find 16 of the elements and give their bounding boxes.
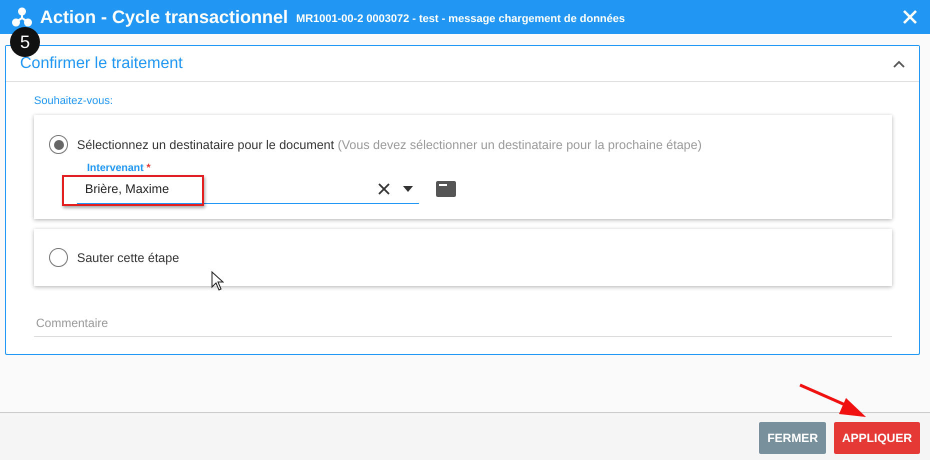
network-icon [12, 7, 32, 27]
radio-button[interactable] [49, 135, 68, 154]
caret-icon[interactable] [401, 184, 415, 194]
arrow-drawing [798, 382, 868, 420]
field-label: Intervenant * [87, 162, 152, 174]
chevron-icon [893, 60, 905, 68]
option-label: Sauter cette étape [77, 250, 180, 264]
window-subtitle: MR1001-00-2 0003072 - test - message chargement de données [296, 12, 625, 24]
input-field[interactable]: Brière, Maxime [77, 182, 375, 196]
close-dialog-button[interactable]: FERMER [759, 422, 826, 454]
radio-button[interactable] [49, 248, 68, 267]
apply-button[interactable]: APPLIQUER [834, 422, 920, 454]
card-icon[interactable] [433, 178, 459, 200]
question-label: Souhaitez-vous: [34, 95, 114, 107]
window-title: Action - Cycle transactionnel [40, 6, 288, 28]
option-label: Sélectionnez un destinataire pour le document (Vous devez sélectionner un destinataire pour la prochaine étape) [77, 138, 702, 152]
